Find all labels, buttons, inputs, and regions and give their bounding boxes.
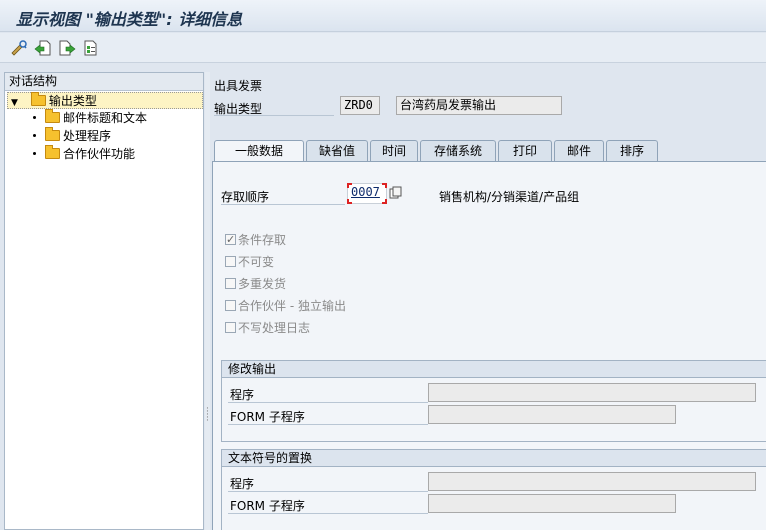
next-entry-icon[interactable] (58, 39, 76, 57)
tab-panel-general-data: 存取顺序 0007 销售机构/分销渠道/产品组 条件存取 不可变 多重发货 合 (212, 161, 766, 530)
tab-storage-system[interactable]: 存储系统 (420, 140, 496, 161)
tab-default-values[interactable]: 缺省值 (306, 140, 368, 161)
checkbox-label: 合作伙伴 - 独立输出 (238, 299, 346, 313)
checkbox-multiple-issuing[interactable]: 多重发货 (225, 276, 286, 292)
program-label: 程序 (230, 477, 255, 491)
checkbox-condition-access[interactable]: 条件存取 (225, 232, 286, 248)
program-field[interactable] (428, 383, 756, 402)
checkbox-no-processing-log[interactable]: 不写处理日志 (225, 320, 310, 336)
form-routine-field[interactable] (428, 494, 676, 513)
bullet-icon (33, 116, 36, 119)
tab-label: 缺省值 (318, 144, 355, 158)
output-type-desc-field[interactable]: 台湾药局发票输出 (396, 96, 562, 115)
checkbox-label: 不可变 (238, 255, 275, 269)
expand-arrow-icon[interactable]: ▼ (11, 95, 23, 112)
output-type-code-field[interactable]: ZRD0 (340, 96, 380, 115)
tab-print[interactable]: 打印 (498, 140, 552, 161)
bullet-icon (33, 152, 36, 155)
tree-node-output-type[interactable]: ▼ 输出类型 (7, 92, 203, 109)
select-entry-icon[interactable] (82, 39, 100, 57)
group-title: 文本符号的置换 (222, 450, 766, 467)
checkbox-box[interactable] (225, 256, 236, 267)
tree-node-label: 邮件标题和文本 (63, 111, 148, 125)
label-underline (228, 402, 428, 403)
form-routine-field[interactable] (428, 405, 676, 424)
previous-entry-icon[interactable] (34, 39, 52, 57)
focus-corner (347, 199, 352, 204)
tree-node-label: 处理程序 (63, 129, 112, 143)
checkbox-cannot-be-changed[interactable]: 不可变 (225, 254, 274, 270)
folder-icon (45, 109, 60, 123)
label-underline (221, 204, 345, 205)
tree-node-processing-routines[interactable]: 处理程序 (33, 127, 112, 145)
checkbox-label: 不写处理日志 (238, 321, 311, 335)
tree-node-label: 合作伙伴功能 (63, 147, 136, 161)
display-object-icon[interactable] (389, 186, 403, 200)
access-sequence-value: 0007 (351, 185, 380, 199)
checkbox-box[interactable] (225, 322, 236, 333)
splitter-grip-icon: · · · · · (206, 404, 209, 426)
tab-mail[interactable]: 邮件 (554, 140, 604, 161)
folder-icon (45, 145, 60, 159)
checkbox-label: 多重发货 (238, 277, 287, 291)
label-underline (228, 424, 428, 425)
label-underline (228, 513, 428, 514)
bullet-icon (33, 134, 36, 137)
tab-label: 存储系统 (433, 144, 482, 158)
title-bar: 显示视图 "输出类型": 详细信息 (0, 0, 766, 32)
checkbox-box[interactable] (225, 232, 236, 248)
form-routine-label: FORM 子程序 (230, 410, 305, 424)
change-display-icon[interactable] (10, 39, 28, 57)
program-field[interactable] (428, 472, 756, 491)
folder-icon (45, 127, 60, 141)
tab-label: 时间 (381, 144, 406, 158)
focus-corner (347, 183, 352, 188)
tab-label: 排序 (619, 144, 644, 158)
checkbox-partner-independent-output[interactable]: 合作伙伴 - 独立输出 (225, 298, 346, 314)
access-sequence-desc: 销售机构/分销渠道/产品组 (439, 190, 580, 204)
program-label: 程序 (230, 388, 255, 402)
access-sequence-label: 存取顺序 (221, 190, 270, 204)
tab-label: 一般数据 (234, 144, 283, 158)
tree-node-mail-title-text[interactable]: 邮件标题和文本 (33, 109, 148, 127)
checkbox-box[interactable] (225, 278, 236, 289)
tree-node-partner-functions[interactable]: 合作伙伴功能 (33, 145, 136, 163)
access-sequence-field[interactable]: 0007 (347, 183, 387, 204)
label-underline (214, 115, 334, 116)
form-routine-label: FORM 子程序 (230, 499, 305, 513)
focus-corner (382, 183, 387, 188)
tab-label: 打印 (512, 144, 537, 158)
application-toolbar (0, 33, 766, 63)
group-change-output: 修改输出 程序 FORM 子程序 (221, 360, 766, 442)
checkbox-label: 条件存取 (238, 233, 287, 247)
checkbox-box[interactable] (225, 300, 236, 311)
detail-pane: 出具发票 输出类型 ZRD0 台湾药局发票输出 一般数据 缺省值 时间 存储系统… (210, 72, 766, 530)
group-text-symbol-replacement: 文本符号的置换 程序 FORM 子程序 (221, 449, 766, 530)
dialog-structure-pane: 对话结构 ▼ 输出类型 邮件标题和文本 处理程序 合作伙伴功能 (4, 72, 204, 530)
section-title: 出具发票 (214, 79, 263, 93)
tab-label: 邮件 (566, 144, 591, 158)
focus-corner (382, 199, 387, 204)
dialog-structure-header: 对话结构 (5, 73, 203, 91)
tab-time[interactable]: 时间 (370, 140, 418, 161)
tab-general-data[interactable]: 一般数据 (214, 140, 304, 162)
label-underline (228, 491, 428, 492)
tab-sort[interactable]: 排序 (606, 140, 658, 161)
folder-open-icon (30, 92, 46, 106)
window-title: 显示视图 "输出类型": 详细信息 (16, 10, 243, 29)
tree-node-label: 输出类型 (48, 94, 97, 108)
group-title: 修改输出 (222, 361, 766, 378)
